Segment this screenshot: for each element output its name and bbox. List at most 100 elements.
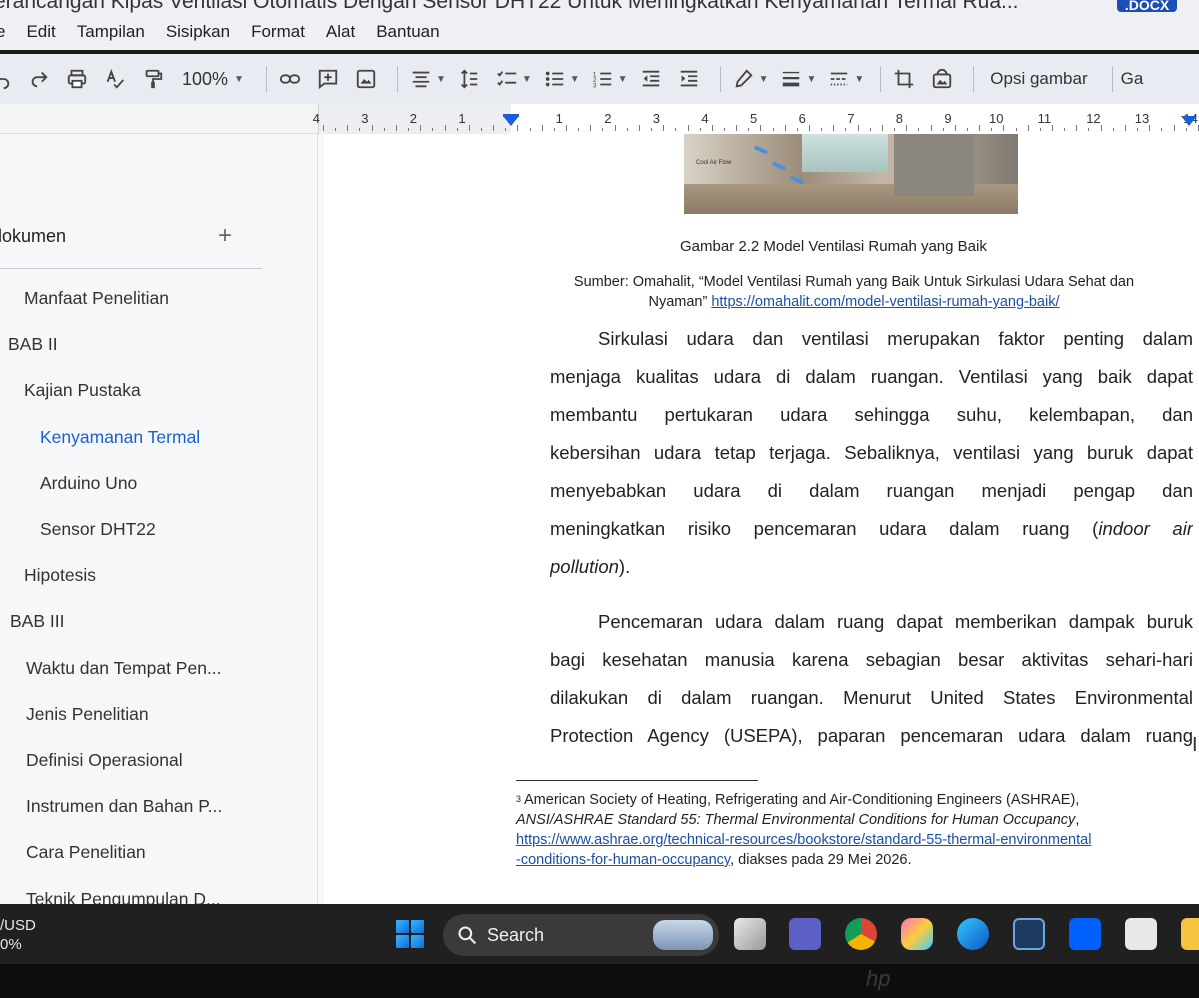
ruler-tick	[1003, 125, 1005, 131]
bulleted-list-icon[interactable]	[540, 64, 570, 94]
task-view-icon[interactable]	[734, 918, 766, 950]
menu-help[interactable]: Bantuan	[376, 22, 439, 42]
outline-item[interactable]: Sensor DHT22	[40, 519, 156, 540]
footnote[interactable]: 3 American Society of Heating, Refrigerat…	[516, 790, 1188, 870]
stock-ticker-widget[interactable]: /USD 0%	[0, 916, 36, 954]
outline-item[interactable]: Instrumen dan Bahan P...	[26, 796, 222, 817]
paragraph-ventilation[interactable]: Sirkulasi udara dan ventilasi merupakan …	[550, 320, 1193, 586]
line-spacing-icon[interactable]	[454, 64, 484, 94]
image-options-button[interactable]: Opsi gambar	[990, 69, 1087, 89]
ruler-number: 4	[312, 111, 320, 126]
ruler-tick	[748, 128, 750, 131]
outline-item[interactable]: Teknik Pengumpulan D...	[26, 889, 221, 904]
source-link[interactable]: https://omahalit.com/model-ventilasi-rum…	[711, 294, 1059, 310]
border-dash-icon[interactable]	[824, 64, 854, 94]
outline-item[interactable]: Definisi Operasional	[26, 750, 183, 771]
document-canvas[interactable]: Cool Air Flow Gambar 2.2 Model Ventilasi…	[318, 134, 1199, 904]
horizontal-ruler[interactable]: 4 3 2 1 1 2 3 4 5 6 7 8 9 10 11 12 13 14	[313, 104, 1199, 134]
outline-item[interactable]: Kajian Pustaka	[24, 380, 141, 401]
replace-image-icon[interactable]	[927, 64, 957, 94]
insert-image-icon[interactable]	[351, 64, 381, 94]
outline-item[interactable]: Kenyamanan Termal	[40, 427, 200, 448]
file-explorer-icon[interactable]	[1181, 918, 1199, 950]
cut-off-toolbar-button[interactable]: Ga	[1121, 69, 1144, 89]
outline-item[interactable]: Waktu dan Tempat Pen...	[26, 658, 222, 679]
ruler-first-line-indent-icon[interactable]	[503, 114, 519, 117]
ruler-tick	[869, 128, 871, 131]
title-bar: erancangan Kipas Ventilasi Otomatis Deng…	[0, 0, 1199, 14]
paint-format-icon[interactable]	[138, 64, 168, 94]
decrease-indent-icon[interactable]	[636, 64, 666, 94]
border-weight-icon[interactable]	[776, 64, 806, 94]
edge-icon[interactable]	[957, 918, 989, 950]
add-tab-icon[interactable]: +	[218, 222, 232, 250]
border-color-caret-icon[interactable]: ▼	[759, 74, 769, 85]
copilot-icon[interactable]	[901, 918, 933, 950]
menu-format[interactable]: Format	[251, 22, 305, 42]
increase-indent-icon[interactable]	[674, 64, 704, 94]
numbered-list-caret-icon[interactable]: ▼	[618, 74, 628, 85]
text-line: menjaga kualitas udara di dalam ruangan.…	[550, 366, 1193, 387]
outline-item[interactable]: Manfaat Penelitian	[24, 288, 169, 309]
zoom-caret-icon[interactable]: ▼	[234, 74, 244, 85]
print-icon[interactable]	[62, 64, 92, 94]
numbered-list-icon[interactable]: 123	[588, 64, 618, 94]
ruler-tick	[711, 125, 713, 131]
ruler-tick	[784, 125, 786, 131]
border-dash-caret-icon[interactable]: ▼	[854, 74, 864, 85]
redo-icon[interactable]	[24, 64, 54, 94]
outline-item[interactable]: Arduino Uno	[40, 473, 137, 494]
teams-icon[interactable]	[789, 918, 821, 950]
app-icon[interactable]	[1013, 918, 1045, 950]
menu-insert[interactable]: Sisipkan	[166, 22, 230, 42]
outline-item[interactable]: Cara Penelitian	[26, 842, 146, 863]
bulleted-list-caret-icon[interactable]: ▼	[570, 74, 580, 85]
ruler-right-indent-icon[interactable]	[1181, 116, 1197, 126]
text-line: meningkatkan risiko pencemaran udara dal…	[550, 510, 1193, 548]
figure-source: Sumber: Omahalit, “Model Ventilasi Rumah…	[524, 272, 1184, 312]
chrome-icon[interactable]	[845, 918, 877, 950]
add-comment-icon[interactable]	[313, 64, 343, 94]
zoom-select[interactable]: 100%	[182, 69, 228, 90]
ruler-number: 3	[652, 111, 661, 126]
ventilation-figure-image[interactable]: Cool Air Flow	[684, 134, 1018, 214]
ticker-symbol: /USD	[0, 917, 36, 934]
footnote-link-part-1[interactable]: https://www.ashrae.org/technical-resourc…	[516, 832, 1091, 848]
menu-tools[interactable]: Alat	[326, 22, 355, 42]
text-line: Pencemaran udara dalam ruang dapat membe…	[598, 611, 1193, 632]
menu-file[interactable]: e	[0, 22, 5, 42]
menu-edit[interactable]: Edit	[26, 22, 55, 42]
microsoft-store-icon[interactable]	[1125, 918, 1157, 950]
outline-item[interactable]: BAB II	[8, 334, 58, 355]
dropbox-icon[interactable]	[1069, 918, 1101, 950]
ruler-tick	[942, 128, 944, 131]
ruler-tick	[1149, 125, 1151, 131]
menu-view[interactable]: Tampilan	[77, 22, 145, 42]
document-page[interactable]: Cool Air Flow Gambar 2.2 Model Ventilasi…	[324, 134, 1199, 904]
crop-icon[interactable]	[889, 64, 919, 94]
windows-start-icon[interactable]	[396, 920, 424, 948]
outline-item[interactable]: BAB III	[10, 611, 64, 632]
outline-item[interactable]: Hipotesis	[24, 565, 96, 586]
ruler-tick	[881, 125, 883, 131]
footnote-link-part-2[interactable]: -conditions-for-human-occupancy	[516, 852, 730, 868]
border-color-icon[interactable]	[729, 64, 759, 94]
ruler-indent-marker-icon[interactable]	[503, 116, 519, 126]
source-line-1: Sumber: Omahalit, “Model Ventilasi Rumah…	[573, 274, 1135, 290]
align-caret-icon[interactable]: ▼	[436, 74, 446, 85]
spellcheck-icon[interactable]	[100, 64, 130, 94]
ruler-tick	[1173, 125, 1175, 131]
ruler-tick	[432, 128, 434, 131]
checklist-icon[interactable]	[492, 64, 522, 94]
align-icon[interactable]	[406, 64, 436, 94]
link-icon[interactable]	[275, 64, 305, 94]
taskbar-search[interactable]: Search	[443, 914, 719, 956]
ruler-tick	[675, 128, 677, 131]
paragraph-indoor-pollution[interactable]: Pencemaran udara dalam ruang dapat membe…	[550, 603, 1193, 755]
document-title[interactable]: erancangan Kipas Ventilasi Otomatis Deng…	[0, 0, 1019, 14]
ruler-tick	[383, 128, 385, 131]
border-weight-caret-icon[interactable]: ▼	[806, 74, 816, 85]
outline-item[interactable]: Jenis Penelitian	[26, 704, 149, 725]
undo-icon[interactable]	[0, 64, 16, 94]
checklist-caret-icon[interactable]: ▼	[522, 74, 532, 85]
